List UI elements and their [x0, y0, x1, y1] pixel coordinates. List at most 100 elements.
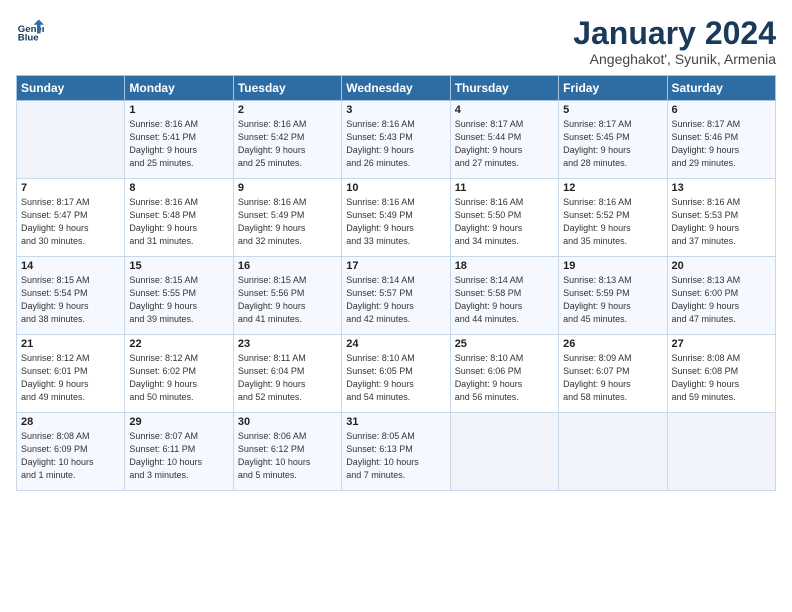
- calendar-cell: 21Sunrise: 8:12 AM Sunset: 6:01 PM Dayli…: [17, 335, 125, 413]
- day-number: 10: [346, 182, 445, 194]
- calendar-cell: 19 Sunrise: 8:13 AM Sunset: 5:59 PM Dayli…: [559, 257, 667, 335]
- calendar-cell: 15Sunrise: 8:15 AM Sunset: 5:55 PM Dayli…: [125, 257, 233, 335]
- calendar-cell: 12Sunrise: 8:16 AM Sunset: 5:52 PM Dayli…: [559, 179, 667, 257]
- calendar-cell: 25 Sunrise: 8:10 AM Sunset: 6:06 PM Dayli…: [450, 335, 558, 413]
- day-number: 18: [455, 260, 554, 272]
- calendar-cell: 24Sunrise: 8:10 AM Sunset: 6:05 PM Dayli…: [342, 335, 450, 413]
- logo: General Blue: [16, 16, 44, 44]
- day-detail: Sunrise: 8:16 AM Sunset: 5:53 PM Dayligh…: [672, 196, 771, 248]
- calendar-cell: 2 Sunrise: 8:16 AM Sunset: 5:42 PM Daylig…: [233, 101, 341, 179]
- day-number: 22: [129, 338, 228, 350]
- day-detail: Sunrise: 8:17 AM Sunset: 5:45 PM Dayligh…: [563, 118, 662, 170]
- day-number: 9: [238, 182, 337, 194]
- day-number: 4: [455, 104, 554, 116]
- calendar-cell: 5 Sunrise: 8:17 AM Sunset: 5:45 PM Daylig…: [559, 101, 667, 179]
- day-detail: Sunrise: 8:12 AM Sunset: 6:01 PM Dayligh…: [21, 352, 120, 404]
- day-number: 25: [455, 338, 554, 350]
- svg-text:Blue: Blue: [18, 33, 39, 44]
- day-detail: Sunrise: 8:16 AM Sunset: 5:52 PM Dayligh…: [563, 196, 662, 248]
- calendar-cell: 7 Sunrise: 8:17 AM Sunset: 5:47 PM Daylig…: [17, 179, 125, 257]
- day-detail: Sunrise: 8:06 AM Sunset: 6:12 PM Dayligh…: [238, 430, 337, 482]
- calendar-cell: 28 Sunrise: 8:08 AM Sunset: 6:09 PM Dayli…: [17, 413, 125, 491]
- day-detail: Sunrise: 8:16 AM Sunset: 5:42 PM Dayligh…: [238, 118, 337, 170]
- day-detail: Sunrise: 8:08 AM Sunset: 6:09 PM Dayligh…: [21, 430, 120, 482]
- day-number: 3: [346, 104, 445, 116]
- calendar-subtitle: Angeghakot', Syunik, Armenia: [573, 51, 776, 67]
- calendar-cell: 22 Sunrise: 8:12 AM Sunset: 6:02 PM Dayli…: [125, 335, 233, 413]
- day-detail: Sunrise: 8:10 AM Sunset: 6:06 PM Dayligh…: [455, 352, 554, 404]
- calendar-cell: 31 Sunrise: 8:05 AM Sunset: 6:13 PM Dayli…: [342, 413, 450, 491]
- day-number: 23: [238, 338, 337, 350]
- day-number: 2: [238, 104, 337, 116]
- calendar-cell: 6 Sunrise: 8:17 AM Sunset: 5:46 PM Daylig…: [667, 101, 775, 179]
- calendar-cell: 18 Sunrise: 8:14 AM Sunset: 5:58 PM Dayli…: [450, 257, 558, 335]
- day-header-sunday: Sunday: [17, 76, 125, 101]
- week-row-1: 1 Sunrise: 8:16 AM Sunset: 5:41 PM Daylig…: [17, 101, 776, 179]
- day-number: 31: [346, 416, 445, 428]
- day-number: 30: [238, 416, 337, 428]
- calendar-cell: [17, 101, 125, 179]
- calendar-cell: 29Sunrise: 8:07 AM Sunset: 6:11 PM Dayli…: [125, 413, 233, 491]
- calendar-cell: 14 Sunrise: 8:15 AM Sunset: 5:54 PM Dayli…: [17, 257, 125, 335]
- calendar-cell: [450, 413, 558, 491]
- day-detail: Sunrise: 8:16 AM Sunset: 5:43 PM Dayligh…: [346, 118, 445, 170]
- day-detail: Sunrise: 8:05 AM Sunset: 6:13 PM Dayligh…: [346, 430, 445, 482]
- day-number: 17: [346, 260, 445, 272]
- day-number: 26: [563, 338, 662, 350]
- week-row-3: 14 Sunrise: 8:15 AM Sunset: 5:54 PM Dayli…: [17, 257, 776, 335]
- day-number: 7: [21, 182, 120, 194]
- calendar-table: SundayMondayTuesdayWednesdayThursdayFrid…: [16, 75, 776, 491]
- day-number: 11: [455, 182, 554, 194]
- day-detail: Sunrise: 8:14 AM Sunset: 5:57 PM Dayligh…: [346, 274, 445, 326]
- day-detail: Sunrise: 8:16 AM Sunset: 5:41 PM Dayligh…: [129, 118, 228, 170]
- day-number: 5: [563, 104, 662, 116]
- calendar-cell: 10Sunrise: 8:16 AM Sunset: 5:49 PM Dayli…: [342, 179, 450, 257]
- calendar-cell: 30 Sunrise: 8:06 AM Sunset: 6:12 PM Dayli…: [233, 413, 341, 491]
- day-detail: Sunrise: 8:08 AM Sunset: 6:08 PM Dayligh…: [672, 352, 771, 404]
- day-number: 27: [672, 338, 771, 350]
- calendar-header-row: SundayMondayTuesdayWednesdayThursdayFrid…: [17, 76, 776, 101]
- calendar-cell: 17 Sunrise: 8:14 AM Sunset: 5:57 PM Dayli…: [342, 257, 450, 335]
- day-number: 19: [563, 260, 662, 272]
- day-header-wednesday: Wednesday: [342, 76, 450, 101]
- day-detail: Sunrise: 8:13 AM Sunset: 6:00 PM Dayligh…: [672, 274, 771, 326]
- day-detail: Sunrise: 8:15 AM Sunset: 5:55 PM Dayligh…: [129, 274, 228, 326]
- day-number: 28: [21, 416, 120, 428]
- day-number: 8: [129, 182, 228, 194]
- day-detail: Sunrise: 8:15 AM Sunset: 5:54 PM Dayligh…: [21, 274, 120, 326]
- calendar-body: 1 Sunrise: 8:16 AM Sunset: 5:41 PM Daylig…: [17, 101, 776, 491]
- day-header-friday: Friday: [559, 76, 667, 101]
- day-header-monday: Monday: [125, 76, 233, 101]
- day-detail: Sunrise: 8:13 AM Sunset: 5:59 PM Dayligh…: [563, 274, 662, 326]
- calendar-cell: 9 Sunrise: 8:16 AM Sunset: 5:49 PM Daylig…: [233, 179, 341, 257]
- calendar-title: January 2024: [573, 16, 776, 51]
- week-row-2: 7 Sunrise: 8:17 AM Sunset: 5:47 PM Daylig…: [17, 179, 776, 257]
- day-detail: Sunrise: 8:09 AM Sunset: 6:07 PM Dayligh…: [563, 352, 662, 404]
- day-detail: Sunrise: 8:14 AM Sunset: 5:58 PM Dayligh…: [455, 274, 554, 326]
- calendar-cell: 8 Sunrise: 8:16 AM Sunset: 5:48 PM Daylig…: [125, 179, 233, 257]
- day-number: 29: [129, 416, 228, 428]
- day-number: 1: [129, 104, 228, 116]
- day-detail: Sunrise: 8:17 AM Sunset: 5:44 PM Dayligh…: [455, 118, 554, 170]
- calendar-cell: 4 Sunrise: 8:17 AM Sunset: 5:44 PM Daylig…: [450, 101, 558, 179]
- day-detail: Sunrise: 8:17 AM Sunset: 5:46 PM Dayligh…: [672, 118, 771, 170]
- calendar-cell: [559, 413, 667, 491]
- calendar-cell: 23Sunrise: 8:11 AM Sunset: 6:04 PM Dayli…: [233, 335, 341, 413]
- day-detail: Sunrise: 8:17 AM Sunset: 5:47 PM Dayligh…: [21, 196, 120, 248]
- day-detail: Sunrise: 8:12 AM Sunset: 6:02 PM Dayligh…: [129, 352, 228, 404]
- week-row-5: 28 Sunrise: 8:08 AM Sunset: 6:09 PM Dayli…: [17, 413, 776, 491]
- day-number: 6: [672, 104, 771, 116]
- day-header-thursday: Thursday: [450, 76, 558, 101]
- calendar-cell: 20 Sunrise: 8:13 AM Sunset: 6:00 PM Dayli…: [667, 257, 775, 335]
- logo-icon: General Blue: [16, 16, 44, 44]
- day-detail: Sunrise: 8:16 AM Sunset: 5:48 PM Dayligh…: [129, 196, 228, 248]
- day-number: 20: [672, 260, 771, 272]
- calendar-cell: 3 Sunrise: 8:16 AM Sunset: 5:43 PM Daylig…: [342, 101, 450, 179]
- calendar-cell: 16Sunrise: 8:15 AM Sunset: 5:56 PM Dayli…: [233, 257, 341, 335]
- day-number: 14: [21, 260, 120, 272]
- calendar-cell: 13Sunrise: 8:16 AM Sunset: 5:53 PM Dayli…: [667, 179, 775, 257]
- day-detail: Sunrise: 8:10 AM Sunset: 6:05 PM Dayligh…: [346, 352, 445, 404]
- week-row-4: 21Sunrise: 8:12 AM Sunset: 6:01 PM Dayli…: [17, 335, 776, 413]
- day-detail: Sunrise: 8:16 AM Sunset: 5:49 PM Dayligh…: [238, 196, 337, 248]
- day-detail: Sunrise: 8:16 AM Sunset: 5:50 PM Dayligh…: [455, 196, 554, 248]
